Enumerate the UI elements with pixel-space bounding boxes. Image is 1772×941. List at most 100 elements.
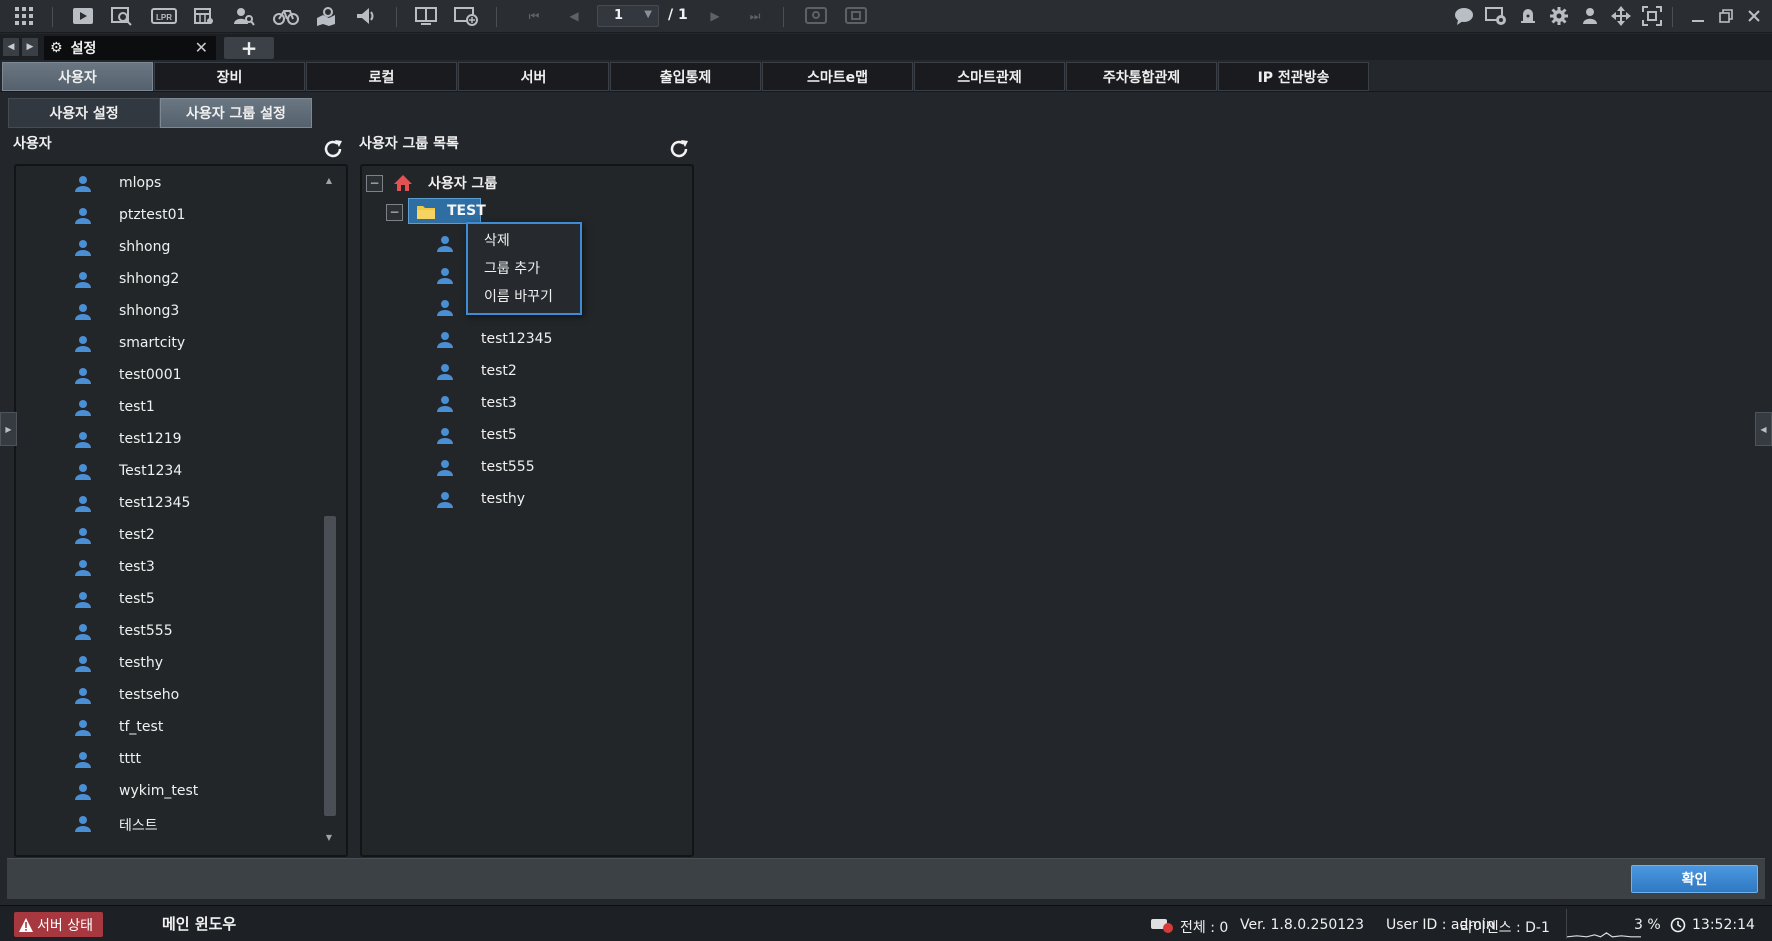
group-member-item[interactable]: test5 (378, 420, 678, 452)
tab-users[interactable]: 사용자 (2, 62, 153, 91)
tab-ip-broadcast[interactable]: IP 전관방송 (1218, 62, 1369, 91)
bicycle-icon[interactable] (272, 5, 300, 27)
user-list-item[interactable]: mlops (16, 168, 316, 200)
right-panel-toggle-icon[interactable]: ◀ (1755, 412, 1772, 446)
user-list-item[interactable]: test2 (16, 520, 316, 552)
collapse-toggle-root[interactable]: − (366, 175, 383, 192)
user-list-item[interactable]: Test1234 (16, 456, 316, 488)
scroll-thumb[interactable] (324, 516, 336, 816)
group-member-name: test555 (481, 459, 535, 475)
alarm-bell-icon[interactable] (1516, 5, 1540, 27)
last-page-icon[interactable]: ⏭ (743, 5, 767, 27)
user-list-item[interactable]: test5 (16, 584, 316, 616)
user-list-item[interactable]: test1 (16, 392, 316, 424)
user-list-item[interactable]: ptztest01 (16, 200, 316, 232)
tab-parking-control[interactable]: 주차통합관제 (1066, 62, 1217, 91)
user-icon (437, 236, 453, 252)
user-name: testseho (119, 687, 180, 703)
add-tab-button[interactable]: + (224, 37, 274, 59)
user-list-item[interactable]: test0001 (16, 360, 316, 392)
left-panel-toggle-icon[interactable]: ▶ (0, 412, 17, 446)
scroll-up-icon[interactable]: ▲ (322, 176, 336, 188)
fullscreen-icon[interactable] (1640, 5, 1664, 27)
chat-icon[interactable] (1452, 5, 1476, 27)
search-video-icon[interactable] (110, 5, 134, 27)
move-icon[interactable] (1609, 5, 1633, 27)
close-icon[interactable] (1742, 5, 1766, 27)
user-list-item[interactable]: tf_test (16, 712, 316, 744)
user-list-item[interactable]: shhong2 (16, 264, 316, 296)
tab-smart-emap[interactable]: 스마트e맵 (762, 62, 913, 91)
map-search-icon[interactable] (314, 5, 338, 27)
collapse-toggle-test[interactable]: − (386, 204, 403, 221)
subtab-user-settings[interactable]: 사용자 설정 (8, 98, 160, 128)
tab-access-control[interactable]: 출입통제 (610, 62, 761, 91)
user-list-item[interactable]: test555 (16, 616, 316, 648)
user-name: test555 (119, 623, 173, 639)
user-list-item[interactable]: test12345 (16, 488, 316, 520)
speaker-icon[interactable] (354, 5, 378, 27)
refresh-groups-icon[interactable] (668, 138, 690, 160)
monitor-split-icon[interactable] (414, 5, 438, 27)
user-list-item[interactable]: test1219 (16, 424, 316, 456)
menu-item-add-group[interactable]: 그룹 추가 (484, 258, 540, 282)
tab-settings[interactable]: ⚙ 설정 ✕ (44, 36, 216, 60)
play-icon[interactable] (71, 5, 95, 27)
minimize-icon[interactable] (1686, 5, 1710, 27)
group-member-item[interactable]: test2 (378, 356, 678, 388)
user-icon[interactable] (1578, 5, 1602, 27)
user-list-item[interactable]: testseho (16, 680, 316, 712)
close-tab-icon[interactable]: ✕ (195, 38, 208, 57)
screen-record-icon[interactable] (844, 5, 868, 27)
prev-page-icon[interactable]: ◀ (562, 5, 586, 27)
tab-scroll-left-icon[interactable]: ◀ (3, 38, 19, 56)
page-number-select[interactable]: 1 ▼ (597, 5, 659, 27)
user-list-item[interactable]: shhong3 (16, 296, 316, 328)
tab-server[interactable]: 서버 (458, 62, 609, 91)
subtab-user-group-settings[interactable]: 사용자 그룹 설정 (160, 98, 312, 128)
menu-item-rename[interactable]: 이름 바꾸기 (484, 286, 553, 310)
user-icon (75, 720, 91, 736)
lpr-icon[interactable]: LPR (150, 5, 178, 27)
user-icon (75, 752, 91, 768)
monitor-settings-icon[interactable] (1484, 5, 1508, 27)
restore-icon[interactable] (1714, 5, 1738, 27)
user-list-item[interactable]: 테스트 (16, 808, 316, 840)
scroll-down-icon[interactable]: ▼ (322, 833, 336, 845)
user-list-item[interactable]: tttt (16, 744, 316, 776)
group-member-item[interactable]: test3 (378, 388, 678, 420)
user-list-item[interactable]: testhy (16, 648, 316, 680)
user-icon (75, 624, 91, 640)
refresh-users-icon[interactable] (322, 138, 344, 160)
user-list-item[interactable]: wykim_test (16, 776, 316, 808)
next-page-icon[interactable]: ▶ (703, 5, 727, 27)
cpu-usage-label: 3 % (1634, 917, 1661, 933)
group-member-item[interactable]: test555 (378, 452, 678, 484)
person-search-icon[interactable] (232, 5, 256, 27)
user-list-item[interactable]: shhong (16, 232, 316, 264)
tree-root-label[interactable]: 사용자 그룹 (428, 173, 497, 193)
user-icon (75, 400, 91, 416)
tree-group-label: TEST (447, 203, 486, 219)
gear-icon[interactable] (1547, 5, 1571, 27)
server-status-button[interactable]: 서버 상태 (14, 912, 103, 937)
first-page-icon[interactable]: ⏮ (522, 5, 546, 27)
tab-devices[interactable]: 장비 (154, 62, 305, 91)
user-list-item[interactable]: test3 (16, 552, 316, 584)
monitor-add-icon[interactable] (454, 5, 478, 27)
tab-scroll-right-icon[interactable]: ▶ (22, 38, 38, 56)
tree-group-test[interactable]: TEST (408, 198, 486, 224)
screen-capture-icon[interactable] (804, 5, 828, 27)
context-menu: 삭제 그룹 추가 이름 바꾸기 (466, 222, 582, 315)
tab-smart-control[interactable]: 스마트관제 (914, 62, 1065, 91)
group-member-item[interactable]: testhy (378, 484, 678, 516)
users-scrollbar[interactable]: ▲ ▼ (322, 176, 336, 845)
calendar-grid-icon[interactable] (192, 5, 216, 27)
group-member-item[interactable]: test12345 (378, 324, 678, 356)
user-icon (437, 332, 453, 348)
user-list-item[interactable]: smartcity (16, 328, 316, 360)
grid-menu-icon[interactable] (12, 5, 36, 27)
tab-local[interactable]: 로컬 (306, 62, 457, 91)
ok-button[interactable]: 확인 (1631, 865, 1758, 893)
menu-item-delete[interactable]: 삭제 (484, 230, 510, 254)
